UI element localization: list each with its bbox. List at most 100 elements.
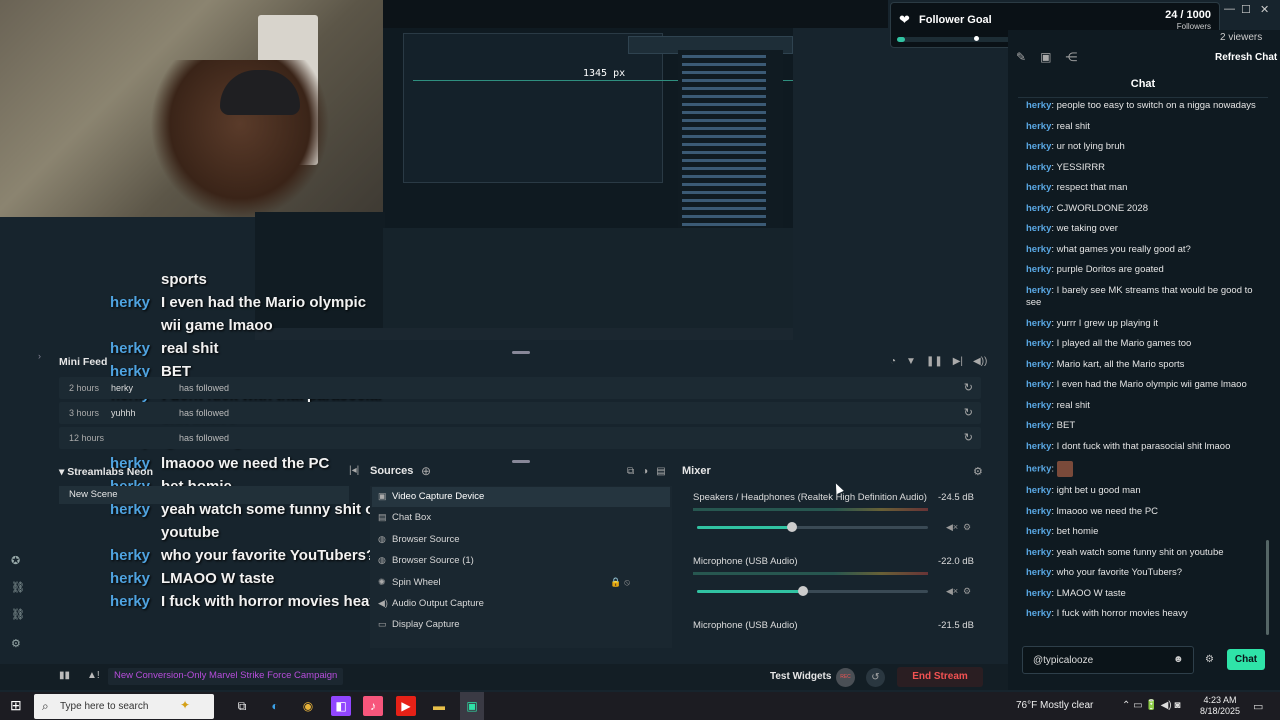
add-source-icon[interactable]: ⊕ (421, 464, 431, 478)
chat-username[interactable]: herky (1026, 464, 1051, 475)
collapse-icon[interactable]: |◂| (349, 465, 359, 476)
overlay-chat-message: LMAOO W taste (161, 570, 275, 587)
chat-username[interactable]: herky (1026, 379, 1051, 390)
chat-username[interactable]: herky (1026, 547, 1051, 558)
chevron-right-icon[interactable]: › (38, 351, 41, 361)
chat-username[interactable]: herky (1026, 121, 1051, 132)
panel-resize-handle[interactable] (512, 351, 530, 354)
source-item[interactable]: ▭ Display Capture (372, 615, 670, 635)
source-item[interactable]: ◀) Audio Output Capture (372, 594, 670, 614)
chat-username[interactable]: herky (1026, 608, 1051, 619)
gear-icon[interactable]: ⚙ (1205, 654, 1214, 665)
windows-start-icon[interactable]: ⊞ (10, 697, 22, 714)
chat-username[interactable]: herky (1026, 506, 1051, 517)
chat-username[interactable]: herky (1026, 264, 1051, 275)
source-item[interactable]: ✺ Spin Wheel 🔒 ⦸ (372, 573, 670, 593)
minimize-icon[interactable]: — (1224, 3, 1235, 15)
chat-input[interactable]: @typicalooze (1022, 646, 1194, 674)
gear-icon[interactable]: ⚙ (963, 586, 971, 597)
chat-message: herky: ight bet u good man (1018, 485, 1268, 498)
test-widgets-button[interactable]: Test Widgets (770, 671, 831, 682)
copy-icon[interactable]: ⧉ (627, 466, 634, 477)
task-view-icon[interactable]: ⧉ (232, 696, 252, 716)
end-stream-button[interactable]: End Stream (897, 667, 983, 687)
link-icon[interactable]: ⛓ (11, 581, 25, 594)
chat-username[interactable]: herky (1026, 318, 1051, 329)
panel-resize-handle[interactable] (512, 460, 530, 463)
chat-text: I barely see MK streams that would be go… (1026, 284, 1253, 309)
chat-username[interactable]: herky (1026, 588, 1051, 599)
volume-slider-handle[interactable] (786, 522, 797, 532)
chat-username[interactable]: herky (1026, 162, 1051, 173)
notification-icon[interactable]: ▭ (1253, 700, 1263, 713)
replay-icon[interactable]: ↻ (964, 406, 973, 419)
skip-icon[interactable]: ▶| (953, 356, 963, 367)
edge-icon[interactable]: ◐ (265, 696, 285, 716)
stats-icon[interactable]: ▮▮ (59, 670, 70, 681)
chat-username[interactable]: herky (1026, 526, 1051, 537)
chat-username[interactable]: herky (1026, 420, 1051, 431)
music-icon[interactable]: ♪ (363, 696, 383, 716)
source-item[interactable]: ◍ Browser Source (1) (372, 551, 670, 571)
chat-username[interactable]: herky (1026, 400, 1051, 411)
youtube-icon[interactable]: ▶ (396, 696, 416, 716)
filter-icon[interactable]: ▼ (906, 356, 916, 367)
send-chat-button[interactable]: Chat (1227, 649, 1265, 670)
chrome-icon[interactable]: ◉ (298, 696, 318, 716)
link-icon[interactable]: ⛓ (11, 608, 25, 621)
chat-message: herky: purple Doritos are goated (1018, 264, 1268, 277)
gear-icon[interactable]: ⚙ (963, 522, 971, 533)
mute-icon[interactable]: ◀× (946, 522, 958, 533)
chat-username[interactable]: herky (1026, 485, 1051, 496)
chat-username[interactable]: herky (1026, 359, 1051, 370)
chat-username[interactable]: herky (1026, 441, 1051, 452)
volume-icon[interactable]: ◀)) (973, 356, 987, 367)
popout-icon[interactable]: ▣ (1040, 50, 1051, 64)
chat-username[interactable]: herky (1026, 223, 1051, 234)
close-icon[interactable]: ✕ (1260, 3, 1269, 16)
scene-collection-title[interactable]: ▾ Streamlabs Neon (59, 466, 153, 478)
refresh-chat-button[interactable]: Refresh Chat (1215, 52, 1277, 63)
follower-goal-count: 24 / 1000 (1165, 9, 1211, 21)
replay-icon[interactable]: ↻ (964, 381, 973, 394)
scene-item[interactable]: New Scene (59, 486, 349, 504)
maximize-icon[interactable]: ☐ (1241, 3, 1251, 16)
replay-icon[interactable]: ↻ (964, 431, 973, 444)
theme-icon[interactable]: ✪ (11, 554, 20, 567)
gear-icon[interactable]: ⚙ (11, 637, 21, 650)
streamlabs-icon[interactable]: ▣ (462, 696, 482, 716)
replay-buffer-icon[interactable]: ↺ (866, 668, 885, 687)
chat-username[interactable]: herky (1026, 567, 1051, 578)
taskbar-clock[interactable]: 4:23 AM 8/18/2025 (1195, 695, 1245, 717)
twitch-icon[interactable]: ◧ (331, 696, 351, 716)
lock-visibility-icon[interactable]: 🔒 ⦸ (610, 577, 630, 588)
pause-icon[interactable]: ❚❚ (926, 356, 943, 367)
chat-username[interactable]: herky (1026, 141, 1051, 152)
pie-icon[interactable]: ◔ (890, 356, 896, 367)
group-icon[interactable]: ◑ (642, 466, 648, 477)
chat-username[interactable]: herky (1026, 285, 1051, 296)
chat-username[interactable]: herky (1026, 338, 1051, 349)
gear-icon[interactable]: ⚙ (973, 465, 983, 478)
chat-username[interactable]: herky (1026, 244, 1051, 255)
folder-icon[interactable]: ▬ (429, 696, 449, 716)
emoji-icon[interactable]: ☻ (1173, 654, 1184, 665)
record-button[interactable]: REC (836, 668, 855, 687)
alert-icon[interactable]: ▲! (87, 670, 100, 681)
chat-username[interactable]: herky (1026, 182, 1051, 193)
mute-icon[interactable]: ◀× (946, 586, 958, 597)
chat-scrollbar[interactable] (1266, 540, 1269, 635)
pencil-icon[interactable]: ✎ (1016, 50, 1026, 64)
weather-widget[interactable]: 76°F Mostly clear (1016, 700, 1093, 711)
share-icon[interactable]: ⋲ (1065, 50, 1077, 64)
promo-link[interactable]: New Conversion-Only Marvel Strike Force … (108, 668, 344, 685)
chat-username[interactable]: herky (1026, 203, 1051, 214)
volume-slider[interactable] (697, 522, 928, 532)
volume-slider[interactable] (697, 586, 928, 596)
system-tray[interactable]: ⌃ ▭ 🔋 ◀) ◙ (1122, 700, 1180, 711)
source-item[interactable]: ▣ Video Capture Device (372, 487, 670, 507)
chat-username[interactable]: herky (1026, 100, 1051, 111)
source-item[interactable]: ◍ Browser Source (372, 530, 670, 550)
folder-icon[interactable]: ▤ (656, 466, 665, 477)
source-item[interactable]: ▤ Chat Box (372, 508, 670, 528)
